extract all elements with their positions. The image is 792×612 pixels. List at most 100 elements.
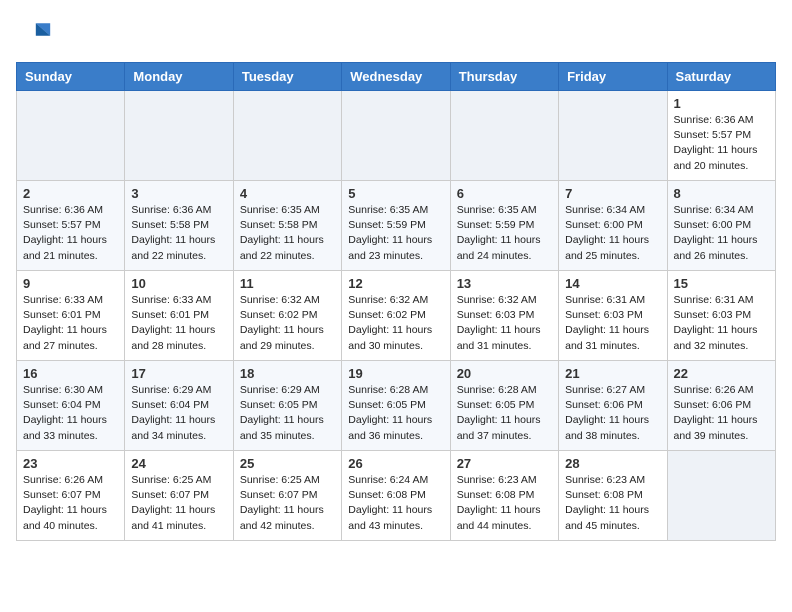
calendar-week-row: 23 Sunrise: 6:26 AM Sunset: 6:07 PM Dayli… bbox=[17, 451, 776, 541]
day-info: Sunrise: 6:33 AM Sunset: 6:01 PM Dayligh… bbox=[131, 293, 226, 354]
calendar-cell: 22Sunrise: 6:26 AM Sunset: 6:06 PM Dayli… bbox=[667, 361, 775, 451]
calendar-cell bbox=[17, 91, 125, 181]
day-info: Sunrise: 6:32 AM Sunset: 6:02 PM Dayligh… bbox=[348, 293, 443, 354]
day-number: 25 bbox=[240, 456, 335, 471]
calendar-cell: 27 Sunrise: 6:23 AM Sunset: 6:08 PM Dayli… bbox=[450, 451, 558, 541]
day-info: Sunrise: 6:35 AM Sunset: 5:58 PM Dayligh… bbox=[240, 203, 335, 264]
day-info: Sunrise: 6:23 AM Sunset: 6:08 PM Dayligh… bbox=[457, 473, 552, 534]
day-number: 2 bbox=[23, 186, 118, 201]
day-of-week-header: Sunday bbox=[17, 63, 125, 91]
calendar-cell: 9 Sunrise: 6:33 AM Sunset: 6:01 PM Daylig… bbox=[17, 271, 125, 361]
day-info: Sunrise: 6:25 AM Sunset: 6:07 PM Dayligh… bbox=[240, 473, 335, 534]
day-of-week-header: Wednesday bbox=[342, 63, 450, 91]
day-number: 1 bbox=[674, 96, 769, 111]
day-info: Sunrise: 6:32 AM Sunset: 6:03 PM Dayligh… bbox=[457, 293, 552, 354]
calendar-cell bbox=[342, 91, 450, 181]
day-number: 19 bbox=[348, 366, 443, 381]
day-info: Sunrise: 6:33 AM Sunset: 6:01 PM Dayligh… bbox=[23, 293, 118, 354]
calendar-cell: 12 Sunrise: 6:32 AM Sunset: 6:02 PM Dayli… bbox=[342, 271, 450, 361]
calendar-cell: 4 Sunrise: 6:35 AM Sunset: 5:58 PM Daylig… bbox=[233, 181, 341, 271]
page-header bbox=[16, 16, 776, 52]
calendar-cell: 3Sunrise: 6:36 AM Sunset: 5:58 PM Daylig… bbox=[125, 181, 233, 271]
day-number: 23 bbox=[23, 456, 118, 471]
calendar-cell: 20 Sunrise: 6:28 AM Sunset: 6:05 PM Dayli… bbox=[450, 361, 558, 451]
calendar-cell: 2Sunrise: 6:36 AM Sunset: 5:57 PM Daylig… bbox=[17, 181, 125, 271]
day-number: 17 bbox=[131, 366, 226, 381]
day-info: Sunrise: 6:31 AM Sunset: 6:03 PM Dayligh… bbox=[565, 293, 660, 354]
day-number: 5 bbox=[348, 186, 443, 201]
day-number: 18 bbox=[240, 366, 335, 381]
calendar-cell: 15 Sunrise: 6:31 AM Sunset: 6:03 PM Dayli… bbox=[667, 271, 775, 361]
calendar-cell: 5 Sunrise: 6:35 AM Sunset: 5:59 PM Daylig… bbox=[342, 181, 450, 271]
calendar-cell: 10 Sunrise: 6:33 AM Sunset: 6:01 PM Dayli… bbox=[125, 271, 233, 361]
day-info: Sunrise: 6:26 AM Sunset: 6:07 PM Dayligh… bbox=[23, 473, 118, 534]
calendar-cell: 19 Sunrise: 6:28 AM Sunset: 6:05 PM Dayli… bbox=[342, 361, 450, 451]
day-number: 11 bbox=[240, 276, 335, 291]
calendar-week-row: 16 Sunrise: 6:30 AM Sunset: 6:04 PM Dayli… bbox=[17, 361, 776, 451]
day-info: Sunrise: 6:36 AM Sunset: 5:58 PM Dayligh… bbox=[131, 203, 226, 264]
day-info: Sunrise: 6:32 AM Sunset: 6:02 PM Dayligh… bbox=[240, 293, 335, 354]
calendar-cell: 11 Sunrise: 6:32 AM Sunset: 6:02 PM Dayli… bbox=[233, 271, 341, 361]
day-of-week-header: Saturday bbox=[667, 63, 775, 91]
day-info: Sunrise: 6:31 AM Sunset: 6:03 PM Dayligh… bbox=[674, 293, 769, 354]
calendar-cell: 24Sunrise: 6:25 AM Sunset: 6:07 PM Dayli… bbox=[125, 451, 233, 541]
day-number: 27 bbox=[457, 456, 552, 471]
day-number: 9 bbox=[23, 276, 118, 291]
day-of-week-header: Friday bbox=[559, 63, 667, 91]
logo bbox=[16, 16, 58, 52]
calendar-cell: 18 Sunrise: 6:29 AM Sunset: 6:05 PM Dayli… bbox=[233, 361, 341, 451]
day-info: Sunrise: 6:34 AM Sunset: 6:00 PM Dayligh… bbox=[674, 203, 769, 264]
day-info: Sunrise: 6:23 AM Sunset: 6:08 PM Dayligh… bbox=[565, 473, 660, 534]
calendar-cell: 26 Sunrise: 6:24 AM Sunset: 6:08 PM Dayli… bbox=[342, 451, 450, 541]
day-number: 22 bbox=[674, 366, 769, 381]
day-info: Sunrise: 6:24 AM Sunset: 6:08 PM Dayligh… bbox=[348, 473, 443, 534]
day-info: Sunrise: 6:28 AM Sunset: 6:05 PM Dayligh… bbox=[348, 383, 443, 444]
day-number: 4 bbox=[240, 186, 335, 201]
day-info: Sunrise: 6:34 AM Sunset: 6:00 PM Dayligh… bbox=[565, 203, 660, 264]
day-info: Sunrise: 6:29 AM Sunset: 6:04 PM Dayligh… bbox=[131, 383, 226, 444]
calendar-cell: 16 Sunrise: 6:30 AM Sunset: 6:04 PM Dayli… bbox=[17, 361, 125, 451]
calendar-cell: 25 Sunrise: 6:25 AM Sunset: 6:07 PM Dayli… bbox=[233, 451, 341, 541]
day-number: 14 bbox=[565, 276, 660, 291]
calendar-cell: 7 Sunrise: 6:34 AM Sunset: 6:00 PM Daylig… bbox=[559, 181, 667, 271]
calendar-cell: 17 Sunrise: 6:29 AM Sunset: 6:04 PM Dayli… bbox=[125, 361, 233, 451]
calendar-week-row: 1 Sunrise: 6:36 AM Sunset: 5:57 PM Daylig… bbox=[17, 91, 776, 181]
day-number: 24 bbox=[131, 456, 226, 471]
day-info: Sunrise: 6:28 AM Sunset: 6:05 PM Dayligh… bbox=[457, 383, 552, 444]
day-number: 20 bbox=[457, 366, 552, 381]
day-of-week-header: Tuesday bbox=[233, 63, 341, 91]
calendar-table: SundayMondayTuesdayWednesdayThursdayFrid… bbox=[16, 62, 776, 541]
calendar-cell: 13 Sunrise: 6:32 AM Sunset: 6:03 PM Dayli… bbox=[450, 271, 558, 361]
day-number: 7 bbox=[565, 186, 660, 201]
calendar-cell: 8 Sunrise: 6:34 AM Sunset: 6:00 PM Daylig… bbox=[667, 181, 775, 271]
day-number: 8 bbox=[674, 186, 769, 201]
day-number: 6 bbox=[457, 186, 552, 201]
day-number: 10 bbox=[131, 276, 226, 291]
calendar-cell: 21 Sunrise: 6:27 AM Sunset: 6:06 PM Dayli… bbox=[559, 361, 667, 451]
day-of-week-header: Thursday bbox=[450, 63, 558, 91]
calendar-cell: 23 Sunrise: 6:26 AM Sunset: 6:07 PM Dayli… bbox=[17, 451, 125, 541]
day-info: Sunrise: 6:35 AM Sunset: 5:59 PM Dayligh… bbox=[348, 203, 443, 264]
calendar-cell: 1 Sunrise: 6:36 AM Sunset: 5:57 PM Daylig… bbox=[667, 91, 775, 181]
calendar-cell bbox=[667, 451, 775, 541]
calendar-cell bbox=[233, 91, 341, 181]
calendar-cell bbox=[559, 91, 667, 181]
calendar-header-row: SundayMondayTuesdayWednesdayThursdayFrid… bbox=[17, 63, 776, 91]
calendar-cell bbox=[125, 91, 233, 181]
day-number: 12 bbox=[348, 276, 443, 291]
day-info: Sunrise: 6:36 AM Sunset: 5:57 PM Dayligh… bbox=[674, 113, 769, 174]
day-number: 16 bbox=[23, 366, 118, 381]
day-number: 26 bbox=[348, 456, 443, 471]
calendar-cell: 6 Sunrise: 6:35 AM Sunset: 5:59 PM Daylig… bbox=[450, 181, 558, 271]
day-info: Sunrise: 6:27 AM Sunset: 6:06 PM Dayligh… bbox=[565, 383, 660, 444]
logo-icon bbox=[16, 16, 52, 52]
day-number: 21 bbox=[565, 366, 660, 381]
calendar-cell: 28 Sunrise: 6:23 AM Sunset: 6:08 PM Dayli… bbox=[559, 451, 667, 541]
day-info: Sunrise: 6:30 AM Sunset: 6:04 PM Dayligh… bbox=[23, 383, 118, 444]
day-info: Sunrise: 6:35 AM Sunset: 5:59 PM Dayligh… bbox=[457, 203, 552, 264]
day-info: Sunrise: 6:29 AM Sunset: 6:05 PM Dayligh… bbox=[240, 383, 335, 444]
day-number: 13 bbox=[457, 276, 552, 291]
day-number: 28 bbox=[565, 456, 660, 471]
day-number: 15 bbox=[674, 276, 769, 291]
day-of-week-header: Monday bbox=[125, 63, 233, 91]
